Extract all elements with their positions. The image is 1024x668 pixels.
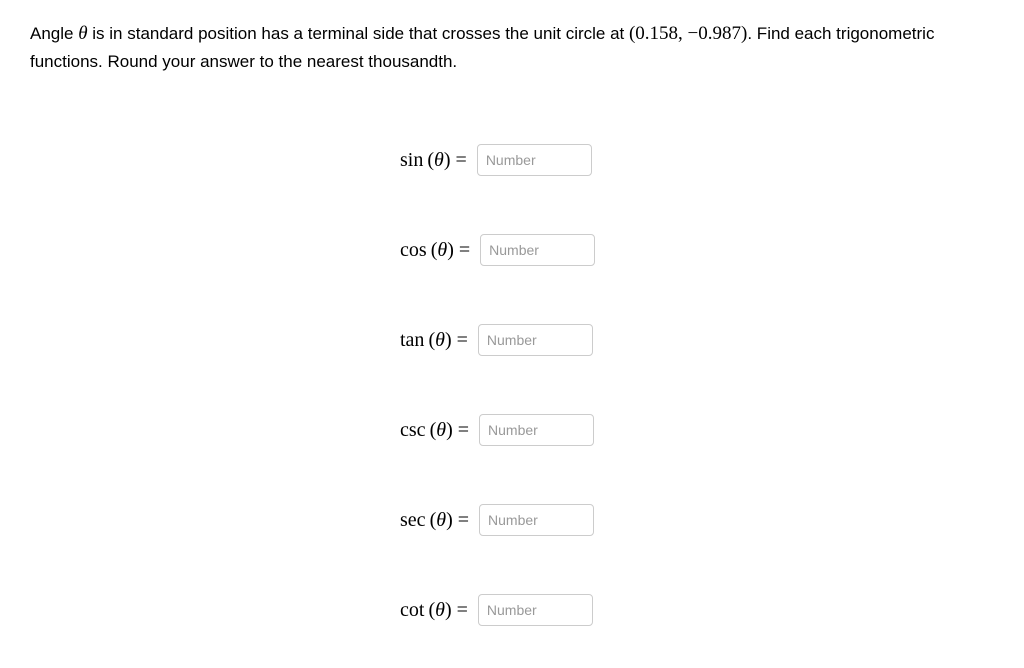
theta-arg: (θ) [428, 329, 451, 351]
tan-input[interactable] [478, 324, 593, 356]
func-label-tan: tan (θ) = [400, 329, 468, 352]
theta-symbol: θ [78, 23, 87, 44]
func-row-csc: csc (θ) = [400, 414, 994, 446]
equals: = [454, 239, 470, 261]
theta-arg: (θ) [428, 599, 451, 621]
func-label-sin: sin (θ) = [400, 149, 467, 172]
sec-input[interactable] [479, 504, 594, 536]
equals: = [452, 329, 468, 351]
question-mid1: is in standard position has a terminal s… [88, 24, 629, 43]
cos-input[interactable] [480, 234, 595, 266]
func-row-sec: sec (θ) = [400, 504, 994, 536]
theta-arg: (θ) [431, 239, 454, 261]
func-name: sin [400, 149, 423, 172]
equals: = [452, 599, 468, 621]
equals: = [453, 509, 469, 531]
func-label-cot: cot (θ) = [400, 599, 468, 622]
question-text: Angle θ is in standard position has a te… [30, 20, 994, 74]
cot-input[interactable] [478, 594, 593, 626]
theta-inner: θ [436, 419, 446, 441]
theta-inner: θ [437, 239, 447, 261]
func-name: cos [400, 239, 427, 262]
question-prefix: Angle [30, 24, 78, 43]
func-row-cot: cot (θ) = [400, 594, 994, 626]
functions-container: sin (θ) = cos (θ) = tan (θ) = csc (θ) = … [400, 144, 994, 626]
coord: (0.158, −0.987) [629, 23, 747, 44]
csc-input[interactable] [479, 414, 594, 446]
func-name: sec [400, 509, 426, 532]
func-label-csc: csc (θ) = [400, 419, 469, 442]
func-name: cot [400, 599, 424, 622]
equals: = [453, 419, 469, 441]
func-name: tan [400, 329, 424, 352]
sin-input[interactable] [477, 144, 592, 176]
theta-inner: θ [434, 149, 444, 171]
theta-inner: θ [435, 599, 445, 621]
theta-arg: (θ) [430, 419, 453, 441]
func-label-sec: sec (θ) = [400, 509, 469, 532]
func-row-cos: cos (θ) = [400, 234, 994, 266]
theta-inner: θ [435, 329, 445, 351]
theta-arg: (θ) [427, 149, 450, 171]
theta-arg: (θ) [430, 509, 453, 531]
func-row-tan: tan (θ) = [400, 324, 994, 356]
func-row-sin: sin (θ) = [400, 144, 994, 176]
theta-inner: θ [436, 509, 446, 531]
func-label-cos: cos (θ) = [400, 239, 470, 262]
func-name: csc [400, 419, 426, 442]
equals: = [451, 149, 467, 171]
